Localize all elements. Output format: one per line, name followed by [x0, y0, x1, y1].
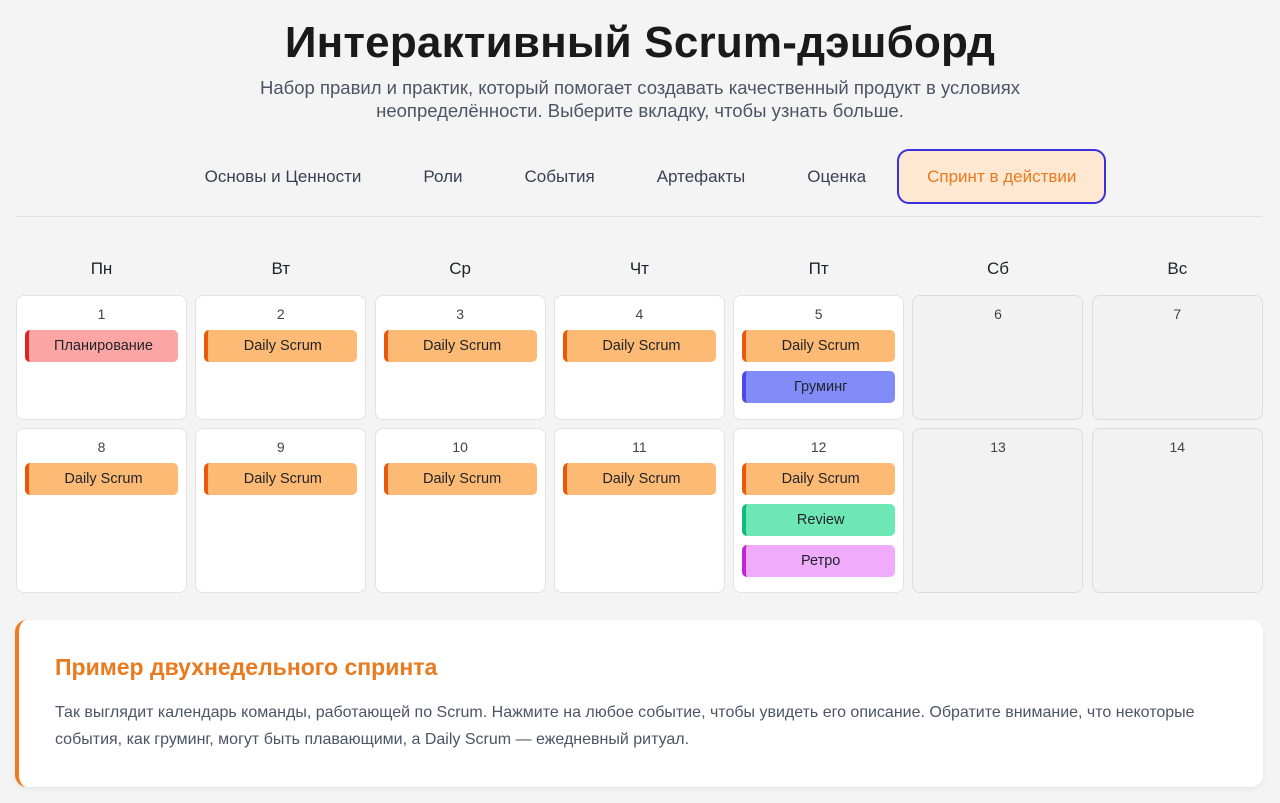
- weekday-label: Пт: [808, 259, 829, 278]
- page-title: Интерактивный Scrum-дэшборд: [284, 18, 996, 67]
- event-review[interactable]: Review: [742, 504, 896, 536]
- page-subtitle: Набор правил и практик, который помогает…: [260, 77, 1020, 121]
- day-number: 5: [814, 306, 823, 322]
- weekday-label: Чт: [629, 259, 649, 278]
- weekday-header: Пн Вт Ср Чт Пт Сб Вс: [16, 255, 1263, 285]
- day-number: 8: [97, 439, 106, 455]
- sprint-calendar: Пн Вт Ср Чт Пт Сб Вс 1 Планирование 2 Da…: [16, 255, 1263, 593]
- day-events: Daily Scrum: [204, 463, 358, 495]
- tab-sprint-in-action[interactable]: Спринт в действии: [897, 149, 1107, 204]
- calendar-day: 3 Daily Scrum: [374, 295, 546, 420]
- day-number: 1: [97, 306, 106, 322]
- weekday-label: Ср: [449, 259, 471, 278]
- calendar-day: 5 Daily Scrum Груминг: [733, 295, 905, 420]
- event-grooming[interactable]: Груминг: [742, 371, 896, 403]
- calendar-day: 11 Daily Scrum: [553, 428, 725, 593]
- calendar-day: 1 Планирование: [16, 295, 187, 420]
- info-title: Пример двухнедельного спринта: [55, 654, 438, 680]
- calendar-day: 9 Daily Scrum: [195, 428, 367, 593]
- day-events: Daily Scrum: [204, 330, 358, 362]
- day-events: Daily Scrum: [562, 330, 716, 362]
- event-daily-scrum[interactable]: Daily Scrum: [742, 463, 896, 495]
- day-number: 6: [994, 306, 1002, 322]
- day-number: 13: [990, 439, 1006, 455]
- event-planning[interactable]: Планирование: [25, 330, 178, 362]
- day-number: 7: [1173, 306, 1182, 322]
- day-events: Daily Scrum: [25, 463, 178, 495]
- day-number: 3: [456, 306, 464, 322]
- day-events: Daily Scrum: [562, 463, 716, 495]
- day-events: Daily Scrum: [383, 330, 537, 362]
- day-events: Планирование: [25, 330, 178, 362]
- page: Интерактивный Scrum-дэшборд Набор правил…: [0, 0, 1280, 803]
- tab-basics-values[interactable]: Основы и Ценности: [174, 149, 393, 204]
- tab-bar: Основы и Ценности Роли События Артефакты…: [0, 149, 1280, 204]
- day-events: Daily Scrum Review Ретро: [742, 463, 896, 577]
- event-daily-scrum[interactable]: Daily Scrum: [204, 330, 358, 362]
- event-retro[interactable]: Ретро: [742, 545, 896, 577]
- calendar-day-weekend: 7: [1091, 295, 1263, 420]
- day-number: 10: [452, 439, 468, 455]
- info-text: Так выглядит календарь команды, работающ…: [55, 704, 1195, 748]
- calendar-day: 10 Daily Scrum: [374, 428, 546, 593]
- weekday-label: Вт: [271, 259, 291, 278]
- event-daily-scrum[interactable]: Daily Scrum: [562, 330, 716, 362]
- calendar-week-2: 8 Daily Scrum 9 Daily Scrum 10 Daily Scr…: [16, 428, 1263, 593]
- divider: [16, 216, 1262, 217]
- day-events: Daily Scrum: [383, 463, 537, 495]
- weekday-label: Вс: [1167, 259, 1188, 278]
- day-number: 12: [810, 439, 827, 455]
- event-daily-scrum[interactable]: Daily Scrum: [562, 463, 716, 495]
- day-events: Daily Scrum Груминг: [742, 330, 896, 403]
- event-daily-scrum[interactable]: Daily Scrum: [383, 330, 537, 362]
- calendar-day: 12 Daily Scrum Review Ретро: [733, 428, 905, 593]
- calendar-day: 2 Daily Scrum: [195, 295, 367, 420]
- calendar-day-weekend: 13: [912, 428, 1084, 593]
- event-daily-scrum[interactable]: Daily Scrum: [204, 463, 358, 495]
- day-number: 2: [276, 306, 285, 322]
- day-number: 9: [276, 439, 285, 455]
- calendar-week-1: 1 Планирование 2 Daily Scrum 3 Daily Scr…: [16, 295, 1263, 420]
- tab-events[interactable]: События: [494, 149, 626, 204]
- event-daily-scrum[interactable]: Daily Scrum: [25, 463, 178, 495]
- day-number: 11: [632, 439, 647, 455]
- calendar-day-weekend: 6: [912, 295, 1084, 420]
- day-number: 14: [1169, 439, 1186, 455]
- tab-artifacts[interactable]: Артефакты: [626, 149, 777, 204]
- event-daily-scrum[interactable]: Daily Scrum: [383, 463, 537, 495]
- calendar-day-weekend: 14: [1091, 428, 1263, 593]
- event-daily-scrum[interactable]: Daily Scrum: [742, 330, 896, 362]
- info-card: Пример двухнедельного спринта Так выгляд…: [15, 620, 1263, 787]
- day-number: 4: [635, 306, 644, 322]
- weekday-label: Пн: [90, 259, 113, 278]
- tab-estimation[interactable]: Оценка: [776, 149, 897, 204]
- weekday-label: Сб: [986, 259, 1009, 278]
- tab-roles[interactable]: Роли: [392, 149, 493, 204]
- calendar-day: 8 Daily Scrum: [16, 428, 187, 593]
- calendar-day: 4 Daily Scrum: [553, 295, 725, 420]
